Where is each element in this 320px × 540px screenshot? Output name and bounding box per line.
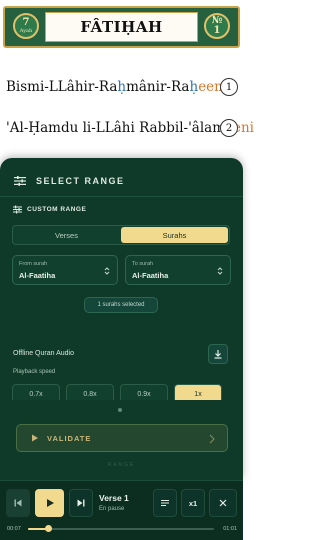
surah-banner: 7 Ayah FÂTIḤAH № 1 <box>3 6 240 48</box>
from-surah-value: Al-Faatiha <box>19 271 56 280</box>
divider <box>0 196 243 197</box>
playback-speed-label: Playback speed <box>13 369 56 375</box>
download-button[interactable] <box>208 344 228 364</box>
chevron-right-icon <box>209 434 215 444</box>
verse-text: mânir-Ra <box>126 79 190 95</box>
scroll-indicator <box>118 408 122 412</box>
skip-next-icon <box>77 499 85 507</box>
ayah-count: 7 <box>22 17 30 28</box>
verse-text-highlight: ḥ <box>189 79 199 95</box>
verse-text: 'Al-Ḥamdu li-LLâhi Rabbil-'âlam <box>6 120 225 136</box>
from-surah-label: From surah <box>19 261 48 267</box>
audio-player-bar: Verse 1 En pause x1 00:07 01:01 <box>0 480 243 540</box>
to-surah-value: Al-Faatiha <box>132 271 169 280</box>
ayah-number-marker: 1 <box>220 78 238 96</box>
range-type-toggle: Verses Surahs <box>12 225 230 245</box>
ayah-count-caption: Ayah <box>19 28 33 34</box>
select-range-sheet: SELECT RANGE CUSTOM RANGE Verses Surahs … <box>0 158 243 480</box>
play-button[interactable] <box>35 489 64 517</box>
from-surah-picker[interactable]: From surah Al-Faatiha <box>12 255 118 285</box>
verse-line[interactable]: Bismi-LLâhir-Ra ḥ mânir-Ra ḥ eem <box>6 74 227 100</box>
speed-option[interactable]: 0.7x <box>12 384 60 400</box>
speed-option[interactable]: 0.8x <box>66 384 114 400</box>
sheet-title: SELECT RANGE <box>36 176 125 186</box>
chevron-up-down-icon <box>104 267 110 275</box>
quran-page: 7 Ayah FÂTIḤAH № 1 Bismi-LLâhir-Ra ḥ mânir… <box>0 0 254 175</box>
download-icon <box>214 350 222 359</box>
queue-list-icon <box>161 500 169 506</box>
tab-verses[interactable]: Verses <box>13 226 120 244</box>
previous-button[interactable] <box>6 489 30 517</box>
validate-button[interactable]: VALIDATE <box>16 424 228 452</box>
section-label-text: CUSTOM RANGE <box>27 206 87 213</box>
tab-surahs[interactable]: Surahs <box>121 227 228 243</box>
speed-option[interactable]: 0.9x <box>120 384 168 400</box>
track-status: En pause <box>99 506 125 512</box>
total-time: 01:01 <box>223 526 237 532</box>
to-surah-picker[interactable]: To surah Al-Faatiha <box>125 255 231 285</box>
close-icon <box>219 499 227 507</box>
surah-title: FÂTIḤAH <box>80 18 163 36</box>
progress-thumb[interactable] <box>45 525 53 532</box>
next-button[interactable] <box>69 489 93 517</box>
offline-audio-label: Offline Quran Audio <box>13 350 74 357</box>
verse-line[interactable]: 'Al-Ḥamdu li-LLâhi Rabbil-'âlam eeni <box>6 115 254 141</box>
surah-number-medallion: № 1 <box>204 13 230 39</box>
play-icon <box>46 499 54 507</box>
now-playing-info: Verse 1 En pause <box>99 493 129 512</box>
close-player-button[interactable] <box>209 489 237 517</box>
speed-option-selected[interactable]: 1x <box>174 384 222 400</box>
current-time: 00:07 <box>7 526 21 532</box>
chevron-up-down-icon <box>217 267 223 275</box>
custom-range-label: CUSTOM RANGE <box>13 205 86 214</box>
to-surah-label: To surah <box>132 261 154 267</box>
ayah-count-medallion: 7 Ayah <box>13 13 39 39</box>
ayah-number-marker: 2 <box>220 119 238 137</box>
list-settings-icon <box>14 176 26 186</box>
sheet-footer-text: RANGE <box>107 462 136 468</box>
validate-label: VALIDATE <box>47 433 92 443</box>
play-icon <box>32 434 38 442</box>
verse-text-highlight: ḥ <box>117 79 127 95</box>
selection-count-badge: 1 surahs selected <box>84 297 158 313</box>
verse-text: Bismi-LLâhir-Ra <box>6 79 118 95</box>
progress-slider[interactable] <box>28 525 214 532</box>
track-title: Verse 1 <box>99 493 129 503</box>
surah-title-frame: FÂTIḤAH <box>45 12 198 42</box>
speed-button[interactable]: x1 <box>181 489 205 517</box>
skip-previous-icon <box>14 499 22 507</box>
surah-number: 1 <box>213 25 221 36</box>
sliders-icon <box>13 205 22 214</box>
sheet-header: SELECT RANGE <box>14 174 125 188</box>
speed-options: 0.7x 0.8x 0.9x 1x <box>12 384 230 400</box>
playlist-button[interactable] <box>153 489 177 517</box>
